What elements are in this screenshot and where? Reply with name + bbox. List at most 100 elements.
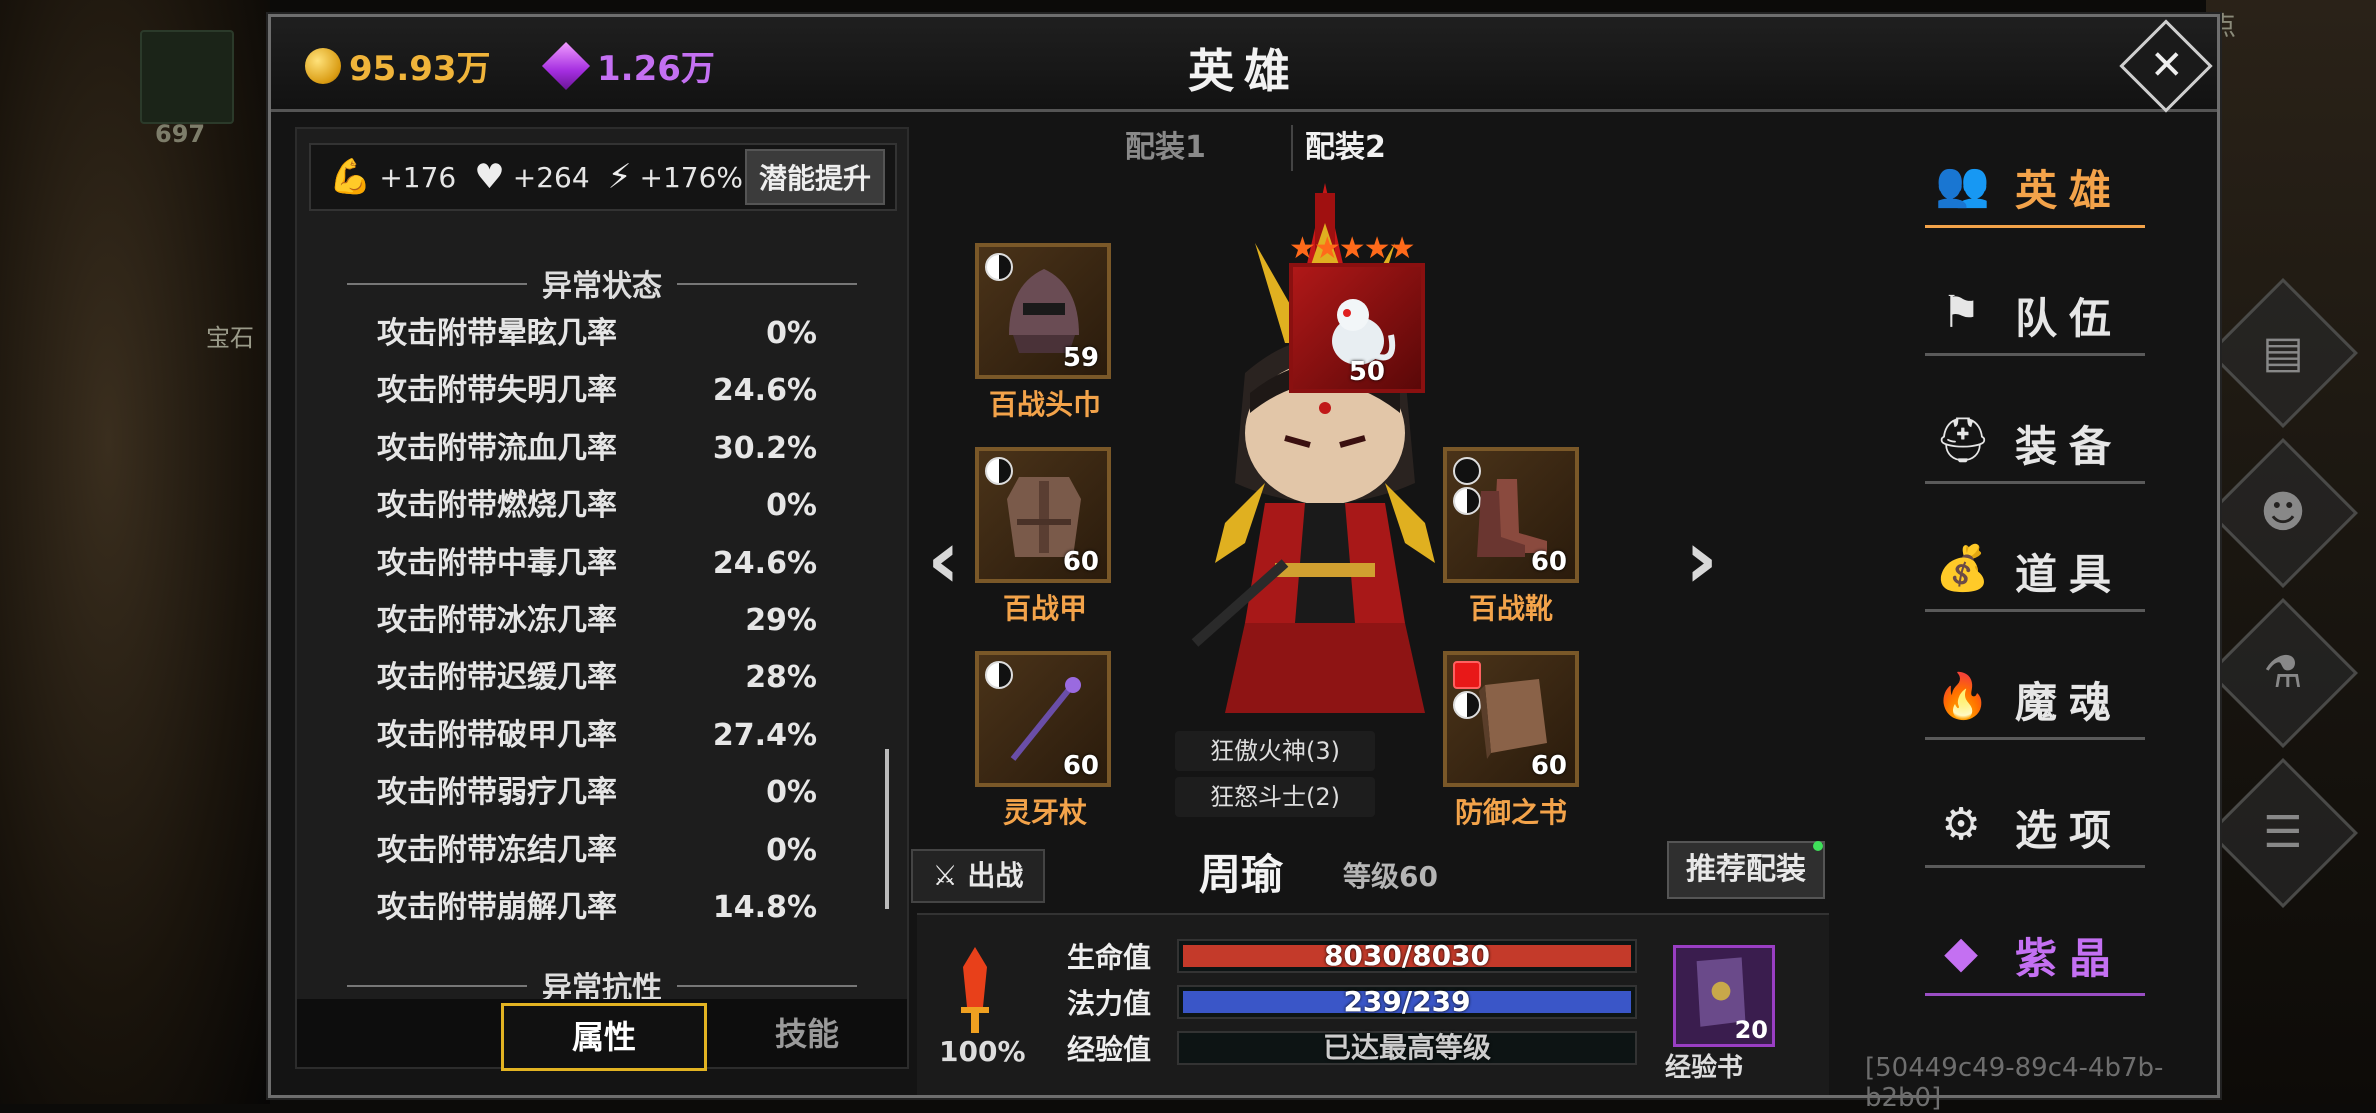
exp-row: 经验值 已达最高等级 xyxy=(1067,1031,1637,1066)
heroes-icon: 👥 xyxy=(1935,159,1990,210)
status-name: 攻击附带冻结几率 xyxy=(377,832,617,868)
crossed-swords-icon: ⚔ xyxy=(932,859,958,892)
status-value: 29% xyxy=(745,602,817,638)
set-bonus-1[interactable]: 狂傲火神(3) xyxy=(1175,731,1375,771)
close-icon: ✕ xyxy=(2149,42,2184,89)
potion-icon: ⚗ xyxy=(2263,647,2303,698)
menu-label: 选项 xyxy=(2015,806,2124,855)
prev-hero-arrow[interactable]: ‹ xyxy=(927,513,960,606)
status-name: 攻击附带破甲几率 xyxy=(377,717,617,753)
list-icon: ☰ xyxy=(2263,807,2303,858)
pet-level: 50 xyxy=(1348,357,1385,387)
menu-label: 装备 xyxy=(2015,422,2124,471)
menu-item-2[interactable]: ⛑ 装备 xyxy=(1875,389,2175,499)
book-slot[interactable]: 60 xyxy=(1443,651,1579,787)
lightning-icon: ⚡ xyxy=(607,157,632,197)
gear-icon: ⚙ xyxy=(1941,799,1981,850)
scrollbar[interactable] xyxy=(885,749,889,909)
status-name: 攻击附带迟缓几率 xyxy=(377,660,617,696)
helmet-level: 59 xyxy=(1062,343,1099,373)
status-value: 0% xyxy=(766,488,817,524)
status-row: 攻击附带晕眩几率 0% xyxy=(377,305,817,362)
status-value: 27.4% xyxy=(712,717,817,753)
status-row: 攻击附带崩解几率 14.8% xyxy=(377,879,817,936)
menu-item-3[interactable]: 💰 道具 xyxy=(1875,517,2175,627)
hero-icon: ☻ xyxy=(2260,487,2306,538)
mp-label: 法力值 xyxy=(1067,987,1152,1020)
status-name: 攻击附带失明几率 xyxy=(377,373,617,409)
menu-underline xyxy=(1925,609,2145,612)
vitals-panel: 100% 生命值 8030/8030 法力值 239/239 经验值 已达最高等… xyxy=(917,913,1829,1095)
status-row: 攻击附带冰冻几率 29% xyxy=(377,592,817,649)
menu-item-4[interactable]: 🔥 魔魂 xyxy=(1875,645,2175,755)
pet-stars: ★★★★★ xyxy=(1289,231,1415,266)
rage-sword-icon xyxy=(961,947,989,1033)
page-title: 英雄 xyxy=(1188,44,1300,98)
strength-arm-icon: 💪 xyxy=(329,157,372,197)
hp-value: 8030/8030 xyxy=(1323,939,1491,972)
armor-name: 百战甲 xyxy=(1002,592,1087,625)
menu-item-5[interactable]: ⚙ 选项 xyxy=(1875,773,2175,883)
menu-underline xyxy=(1925,225,2145,228)
tab-loadout-2[interactable]: 配装2 xyxy=(1305,123,1386,173)
recommend-loadout-button[interactable]: 推荐配装 xyxy=(1667,841,1825,899)
strength-stat: 💪 +176 xyxy=(329,157,456,197)
status-row: 攻击附带失明几率 24.6% xyxy=(377,362,817,419)
mp-row: 法力值 239/239 xyxy=(1067,985,1637,1020)
status-name: 攻击附带流血几率 xyxy=(377,430,617,466)
loadout-divider xyxy=(1291,125,1293,171)
armor-level: 60 xyxy=(1062,547,1099,577)
status-name: 攻击附带晕眩几率 xyxy=(377,316,617,351)
sortie-label: 出战 xyxy=(967,859,1024,892)
hero-equipment-panel: 配装1 配装2 59 百战头巾 60 百战甲 60 灵牙杖 ★★★★★ 50 6… xyxy=(911,113,1847,1095)
status-row: 攻击附带迟缓几率 28% xyxy=(377,649,817,706)
menu-item-0[interactable]: 👥 英雄 xyxy=(1875,133,2175,243)
helmet-name: 百战头巾 xyxy=(988,388,1101,421)
status-row: 攻击附带燃烧几率 0% xyxy=(377,477,817,534)
status-name: 攻击附带崩解几率 xyxy=(377,889,617,925)
exp-book-label: 经验书 xyxy=(1665,1053,1744,1083)
next-hero-arrow[interactable]: › xyxy=(1685,513,1718,606)
abnormal-status-list[interactable]: 攻击附带晕眩几率 0% 攻击附带失明几率 24.6% 攻击附带流血几率 30.2% 攻击附带… xyxy=(377,305,817,936)
bottom-tabs: 属性 技能 xyxy=(297,999,907,1071)
armor-slot[interactable]: 60 xyxy=(975,447,1111,583)
bag-icon: 💰 xyxy=(1935,543,1990,594)
exp-label: 经验值 xyxy=(1067,1033,1152,1066)
status-value: 24.6% xyxy=(712,373,817,409)
agility-value: +176% xyxy=(639,160,744,194)
status-row: 攻击附带破甲几率 27.4% xyxy=(377,707,817,764)
pet-slot[interactable]: 50 xyxy=(1289,263,1425,393)
status-row: 攻击附带流血几率 30.2% xyxy=(377,420,817,477)
stat-bar: 💪 +176 ♥ +264 ⚡ +176% 潜能提升 xyxy=(309,143,897,211)
attributes-panel: 💪 +176 ♥ +264 ⚡ +176% 潜能提升 异常状态 攻击附带晕眩几率… xyxy=(295,127,909,1071)
menu-underline xyxy=(1925,481,2145,484)
menu-item-1[interactable]: ⚑ 队伍 xyxy=(1875,261,2175,371)
crystal-icon: ◆ xyxy=(1944,927,1978,978)
status-row: 攻击附带弱疗几率 0% xyxy=(377,764,817,821)
hero-name: 周瑜 xyxy=(1199,850,1284,899)
weapon-slot[interactable]: 60 xyxy=(975,651,1111,787)
menu-label: 道具 xyxy=(2015,550,2124,599)
abnormal-status-heading: 异常状态 xyxy=(297,261,907,305)
sortie-button[interactable]: ⚔ 出战 xyxy=(911,849,1045,903)
weapon-level: 60 xyxy=(1062,751,1099,781)
status-value: 24.6% xyxy=(712,545,817,581)
status-value: 0% xyxy=(766,832,817,868)
top-bar: 95.93万 1.26万 英雄 ✕ xyxy=(271,17,2217,113)
status-value: 14.8% xyxy=(712,889,817,925)
status-row: 攻击附带中毒几率 24.6% xyxy=(377,535,817,592)
flag-icon: ⚑ xyxy=(1941,287,1981,338)
menu-underline xyxy=(1925,737,2145,740)
potential-upgrade-button[interactable]: 潜能提升 xyxy=(744,149,885,205)
hero-level: 等级60 xyxy=(1343,860,1438,893)
status-value: 28% xyxy=(745,660,817,696)
set-bonus-2[interactable]: 狂怒斗士(2) xyxy=(1175,777,1375,817)
tab-skills[interactable]: 技能 xyxy=(707,1003,907,1065)
tab-loadout-1[interactable]: 配装1 xyxy=(1125,123,1206,173)
helmet-slot[interactable]: 59 xyxy=(975,243,1111,379)
menu-item-6[interactable]: ◆ 紫晶 xyxy=(1875,901,2175,1011)
exp-book-slot[interactable]: 20 xyxy=(1673,945,1775,1047)
agility-stat: ⚡ +176% xyxy=(608,157,743,197)
tab-attributes[interactable]: 属性 xyxy=(501,1003,707,1071)
boots-slot[interactable]: 60 xyxy=(1443,447,1579,583)
